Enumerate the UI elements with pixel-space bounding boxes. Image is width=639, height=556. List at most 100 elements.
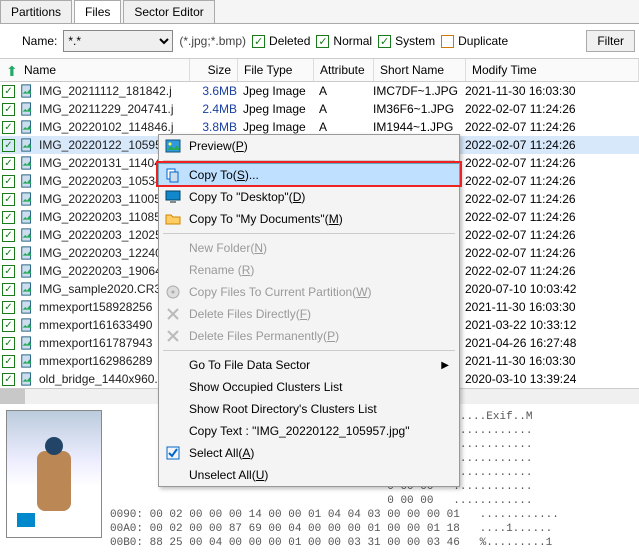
file-shortname: IM36F6~1.JPG <box>373 102 465 116</box>
disk-icon <box>165 284 181 300</box>
thumbnail-preview <box>6 410 102 538</box>
row-checkbox[interactable]: ✓ <box>2 373 15 386</box>
file-mtime: 2022-02-07 11:24:26 <box>465 246 639 260</box>
file-icon <box>19 372 35 386</box>
header-name[interactable]: Name <box>0 59 190 81</box>
file-mtime: 2022-02-07 11:24:26 <box>465 138 639 152</box>
menu-copy-to-documents[interactable]: Copy To "My Documents"(M) <box>159 208 459 230</box>
file-name: IMG_20211112_181842.j <box>39 84 189 98</box>
menu-select-all[interactable]: Select All(A) <box>159 442 459 464</box>
file-icon <box>19 228 35 242</box>
image-icon <box>165 138 181 154</box>
tab-bar: Partitions Files Sector Editor <box>0 0 639 24</box>
row-checkbox[interactable]: ✓ <box>2 319 15 332</box>
context-menu: Preview(P) Copy To(S)... Copy To "Deskto… <box>158 134 460 487</box>
file-icon <box>19 282 35 296</box>
filter-button[interactable]: Filter <box>586 30 635 52</box>
file-shortname: IM1944~1.JPG <box>373 120 465 134</box>
row-checkbox[interactable]: ✓ <box>2 355 15 368</box>
menu-copy-to-partition: Copy Files To Current Partition(W) <box>159 281 459 303</box>
menu-preview[interactable]: Preview(P) <box>159 135 459 157</box>
filter-duplicate-checkbox[interactable]: ✓Duplicate <box>441 34 508 48</box>
file-type: Jpeg Image <box>237 120 313 134</box>
file-icon <box>19 174 35 188</box>
row-checkbox[interactable]: ✓ <box>2 229 15 242</box>
file-name: IMG_20220102_114846.j <box>39 120 189 134</box>
menu-show-occupied[interactable]: Show Occupied Clusters List <box>159 376 459 398</box>
file-mtime: 2022-02-07 11:24:26 <box>465 210 639 224</box>
header-short-name[interactable]: Short Name <box>374 59 466 81</box>
row-checkbox[interactable]: ✓ <box>2 301 15 314</box>
file-icon <box>19 246 35 260</box>
file-mtime: 2021-03-22 10:33:12 <box>465 318 639 332</box>
menu-delete-permanently: Delete Files Permanently(P) <box>159 325 459 347</box>
menu-goto-sector[interactable]: Go To File Data Sector▶ <box>159 354 459 376</box>
file-icon <box>19 264 35 278</box>
table-row[interactable]: ✓IMG_20211112_181842.j3.6MBJpeg ImageAIM… <box>0 82 639 100</box>
column-headers: ⬆ Name Size File Type Attribute Short Na… <box>0 58 639 82</box>
header-attribute[interactable]: Attribute <box>314 59 374 81</box>
menu-copy-to[interactable]: Copy To(S)... <box>158 163 460 187</box>
file-icon <box>19 210 35 224</box>
desktop-icon <box>165 189 181 205</box>
row-checkbox[interactable]: ✓ <box>2 139 15 152</box>
row-checkbox[interactable]: ✓ <box>2 265 15 278</box>
table-row[interactable]: ✓IMG_20211229_204741.j2.4MBJpeg ImageAIM… <box>0 100 639 118</box>
pattern-hint: (*.jpg;*.bmp) <box>179 34 246 48</box>
menu-copy-text[interactable]: Copy Text : "IMG_20220122_105957.jpg" <box>159 420 459 442</box>
file-icon <box>19 336 35 350</box>
menu-delete-directly: Delete Files Directly(F) <box>159 303 459 325</box>
file-attr: A <box>313 102 373 116</box>
file-mtime: 2022-02-07 11:24:26 <box>465 192 639 206</box>
menu-new-folder: New Folder(N) <box>159 237 459 259</box>
file-mtime: 2020-07-10 10:03:42 <box>465 282 639 296</box>
file-name: IMG_20211229_204741.j <box>39 102 189 116</box>
file-mtime: 2021-11-30 16:03:30 <box>465 354 639 368</box>
header-modify-time[interactable]: Modify Time <box>466 59 639 81</box>
row-checkbox[interactable]: ✓ <box>2 85 15 98</box>
tab-sector-editor[interactable]: Sector Editor <box>123 0 214 23</box>
row-checkbox[interactable]: ✓ <box>2 283 15 296</box>
menu-show-root-clusters[interactable]: Show Root Directory's Clusters List <box>159 398 459 420</box>
filter-deleted-checkbox[interactable]: ✓Deleted <box>252 34 310 48</box>
file-mtime: 2021-04-26 16:27:48 <box>465 336 639 350</box>
row-checkbox[interactable]: ✓ <box>2 175 15 188</box>
tab-partitions[interactable]: Partitions <box>0 0 72 23</box>
name-pattern-select[interactable]: *.* <box>63 30 173 52</box>
row-checkbox[interactable]: ✓ <box>2 121 15 134</box>
header-size[interactable]: Size <box>190 59 238 81</box>
row-checkbox[interactable]: ✓ <box>2 247 15 260</box>
file-attr: A <box>313 120 373 134</box>
menu-unselect-all[interactable]: Unselect All(U) <box>159 464 459 486</box>
delete-icon <box>165 306 181 322</box>
up-folder-icon[interactable]: ⬆ <box>2 61 22 82</box>
file-icon <box>19 192 35 206</box>
row-checkbox[interactable]: ✓ <box>2 337 15 350</box>
scrollbar-thumb[interactable] <box>0 389 25 404</box>
file-mtime: 2021-11-30 16:03:30 <box>465 84 639 98</box>
file-icon <box>19 300 35 314</box>
row-checkbox[interactable]: ✓ <box>2 211 15 224</box>
tab-files[interactable]: Files <box>74 0 121 23</box>
file-size: 3.6MB <box>189 84 237 98</box>
filter-normal-checkbox[interactable]: ✓Normal <box>316 34 372 48</box>
filter-system-checkbox[interactable]: ✓System <box>378 34 435 48</box>
file-mtime: 2022-02-07 11:24:26 <box>465 264 639 278</box>
menu-rename: Rename (R) <box>159 259 459 281</box>
file-icon <box>19 156 35 170</box>
copy-icon <box>165 167 181 183</box>
file-icon <box>19 120 35 134</box>
file-mtime: 2022-02-07 11:24:26 <box>465 174 639 188</box>
file-mtime: 2020-03-10 13:39:24 <box>465 372 639 386</box>
header-type[interactable]: File Type <box>238 59 314 81</box>
file-size: 2.4MB <box>189 102 237 116</box>
submenu-arrow-icon: ▶ <box>441 360 449 371</box>
menu-copy-to-desktop[interactable]: Copy To "Desktop"(D) <box>159 186 459 208</box>
row-checkbox[interactable]: ✓ <box>2 193 15 206</box>
row-checkbox[interactable]: ✓ <box>2 157 15 170</box>
row-checkbox[interactable]: ✓ <box>2 103 15 116</box>
file-icon <box>19 354 35 368</box>
file-size: 3.8MB <box>189 120 237 134</box>
delete-perm-icon <box>165 328 181 344</box>
file-icon <box>19 84 35 98</box>
